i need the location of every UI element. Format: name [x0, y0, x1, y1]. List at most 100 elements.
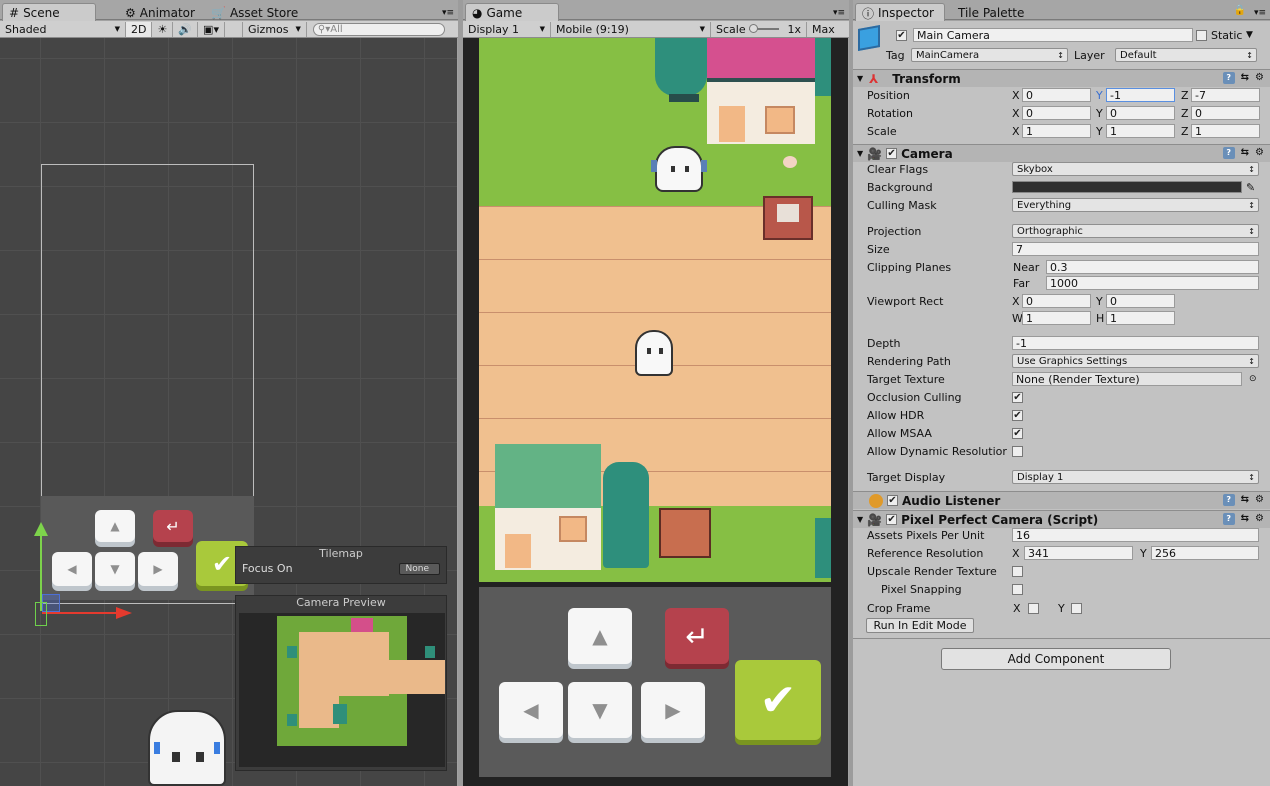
rendering-path-dropdown[interactable]: Use Graphics Settings: [1012, 354, 1259, 368]
gear-icon[interactable]: ⚙: [1255, 494, 1264, 506]
clear-flags-dropdown[interactable]: Skybox: [1012, 162, 1259, 176]
depth-field[interactable]: -1: [1012, 336, 1259, 350]
pixel-perfect-camera-header[interactable]: ▼ 🎥 ✔ Pixel Perfect Camera (Script) ? ⇆ ⚙: [853, 510, 1270, 528]
eyedropper-icon[interactable]: ✎: [1246, 180, 1255, 194]
camera-enabled-checkbox[interactable]: ✔: [886, 148, 898, 159]
help-icon[interactable]: ?: [1222, 147, 1235, 159]
static-checkbox[interactable]: [1196, 30, 1207, 41]
gizmo-x-axis[interactable]: [42, 612, 122, 614]
allow-hdr-checkbox[interactable]: ✔: [1012, 410, 1023, 421]
gear-icon[interactable]: ⚙: [1255, 513, 1264, 525]
ppu-field[interactable]: 16: [1012, 528, 1259, 542]
gear-icon[interactable]: ⚙: [1255, 72, 1264, 84]
foldout-arrow-icon[interactable]: ▼: [857, 74, 863, 83]
scene-search-input[interactable]: ⚲▾ All: [312, 22, 445, 36]
menu-icon[interactable]: ▾≡: [1254, 8, 1266, 18]
effects-dropdown-icon[interactable]: ▣▾: [198, 21, 225, 37]
crop-y-checkbox[interactable]: [1071, 603, 1082, 614]
audio-listener-header[interactable]: ✔ Audio Listener ? ⇆ ⚙: [853, 491, 1270, 509]
menu-icon[interactable]: ▾≡: [442, 8, 454, 18]
gizmo-x-arrow-icon[interactable]: [116, 607, 132, 619]
audio-listener-enabled-checkbox[interactable]: ✔: [887, 495, 898, 506]
occlusion-culling-checkbox[interactable]: ✔: [1012, 392, 1023, 403]
transform-header[interactable]: ▼ ⅄ Transform ? ⇆ ⚙: [853, 69, 1270, 87]
preset-icon[interactable]: ⇆: [1241, 72, 1249, 84]
maximize-on-play-toggle[interactable]: Max: [807, 22, 840, 37]
gizmo-y-arrow-icon[interactable]: [34, 522, 48, 536]
rotation-x-field[interactable]: 0: [1022, 106, 1091, 120]
position-z-field[interactable]: -7: [1191, 88, 1260, 102]
tab-tile-palette[interactable]: Tile Palette: [951, 3, 1031, 21]
viewport-h-field[interactable]: 1: [1106, 311, 1175, 325]
confirm-button[interactable]: ✔: [735, 660, 821, 740]
foldout-arrow-icon[interactable]: ▼: [857, 149, 863, 158]
static-dropdown-arrow-icon[interactable]: ▼: [1246, 28, 1253, 42]
pixel-snapping-checkbox[interactable]: [1012, 584, 1023, 595]
menu-icon[interactable]: ▾≡: [833, 8, 845, 18]
2d-toggle[interactable]: 2D: [126, 21, 153, 37]
gizmos-dropdown[interactable]: Gizmos ▼: [243, 21, 307, 37]
return-button[interactable]: ↵: [665, 608, 729, 664]
allow-msaa-checkbox[interactable]: ✔: [1012, 428, 1023, 439]
scale-x-field[interactable]: 1: [1022, 124, 1091, 138]
camera-gizmo-icon[interactable]: [35, 602, 47, 626]
background-color-swatch[interactable]: [1012, 181, 1242, 193]
help-icon[interactable]: ?: [1222, 513, 1235, 525]
run-in-edit-mode-button[interactable]: Run In Edit Mode: [866, 618, 974, 633]
preset-icon[interactable]: ⇆: [1241, 494, 1249, 506]
shading-dropdown[interactable]: Shaded ▼: [0, 21, 126, 37]
add-component-button[interactable]: Add Component: [941, 648, 1171, 670]
projection-dropdown[interactable]: Orthographic: [1012, 224, 1259, 238]
culling-mask-dropdown[interactable]: Everything: [1012, 198, 1259, 212]
pixel-perfect-enabled-checkbox[interactable]: ✔: [886, 514, 898, 525]
scene-view[interactable]: ▲ ↵ ◀ ▼ ▶ ✔ Tilemap Focus On None Camera…: [0, 38, 457, 786]
scale-slider-thumb[interactable]: [748, 24, 758, 33]
preset-icon[interactable]: ⇆: [1241, 147, 1249, 159]
tag-dropdown[interactable]: MainCamera: [911, 48, 1068, 62]
target-display-dropdown[interactable]: Display 1: [1012, 470, 1259, 484]
preset-icon[interactable]: ⇆: [1241, 513, 1249, 525]
down-button[interactable]: ▼: [568, 682, 632, 738]
ref-res-x-field[interactable]: 341: [1024, 546, 1133, 560]
ref-res-y-field[interactable]: 256: [1151, 546, 1259, 560]
gear-icon[interactable]: ⚙: [1255, 147, 1264, 159]
tab-scene[interactable]: # Scene: [2, 3, 96, 21]
rotation-y-field[interactable]: 0: [1106, 106, 1175, 120]
light-toggle-icon[interactable]: ☀: [152, 21, 174, 37]
viewport-w-field[interactable]: 1: [1022, 311, 1091, 325]
upscale-checkbox[interactable]: [1012, 566, 1023, 577]
active-checkbox[interactable]: ✔: [896, 30, 907, 41]
audio-toggle-icon[interactable]: 🔊: [173, 21, 199, 37]
aspect-dropdown[interactable]: Mobile (9:19) ▼: [551, 21, 711, 37]
tab-inspector[interactable]: ⓘ Inspector: [855, 3, 945, 21]
scale-y-field[interactable]: 1: [1106, 124, 1175, 138]
camera-header[interactable]: ▼ 🎥 ✔ Camera ? ⇆ ⚙: [853, 144, 1270, 162]
tab-animator[interactable]: ⚙ Animator: [118, 3, 202, 21]
focus-dropdown[interactable]: None: [398, 562, 440, 575]
viewport-y-field[interactable]: 0: [1106, 294, 1175, 308]
object-picker-icon[interactable]: ⊙: [1249, 372, 1257, 386]
rotation-z-field[interactable]: 0: [1191, 106, 1260, 120]
target-texture-field[interactable]: None (Render Texture): [1012, 372, 1242, 386]
display-dropdown[interactable]: Display 1 ▼: [463, 21, 551, 37]
help-icon[interactable]: ?: [1222, 72, 1235, 84]
near-field[interactable]: 0.3: [1046, 260, 1259, 274]
foldout-arrow-icon[interactable]: ▼: [857, 515, 863, 524]
game-view[interactable]: ▲ ↵ ◀ ▼ ▶ ✔: [463, 38, 848, 786]
position-y-field[interactable]: -1: [1106, 88, 1175, 102]
size-field[interactable]: 7: [1012, 242, 1259, 256]
scale-z-field[interactable]: 1: [1191, 124, 1260, 138]
tab-asset-store[interactable]: 🛒 Asset Store: [204, 3, 305, 21]
viewport-x-field[interactable]: 0: [1022, 294, 1091, 308]
layer-dropdown[interactable]: Default: [1115, 48, 1257, 62]
allow-dynamic-resolution-checkbox[interactable]: [1012, 446, 1023, 457]
object-name-input[interactable]: Main Camera: [913, 28, 1193, 42]
right-button[interactable]: ▶: [641, 682, 705, 738]
help-icon[interactable]: ?: [1222, 494, 1235, 506]
lock-icon[interactable]: 🔒: [1234, 5, 1246, 16]
crop-x-checkbox[interactable]: [1028, 603, 1039, 614]
tab-game[interactable]: ◕ Game: [465, 3, 559, 21]
far-field[interactable]: 1000: [1046, 276, 1259, 290]
left-button[interactable]: ◀: [499, 682, 563, 738]
scale-slider[interactable]: [748, 24, 779, 33]
